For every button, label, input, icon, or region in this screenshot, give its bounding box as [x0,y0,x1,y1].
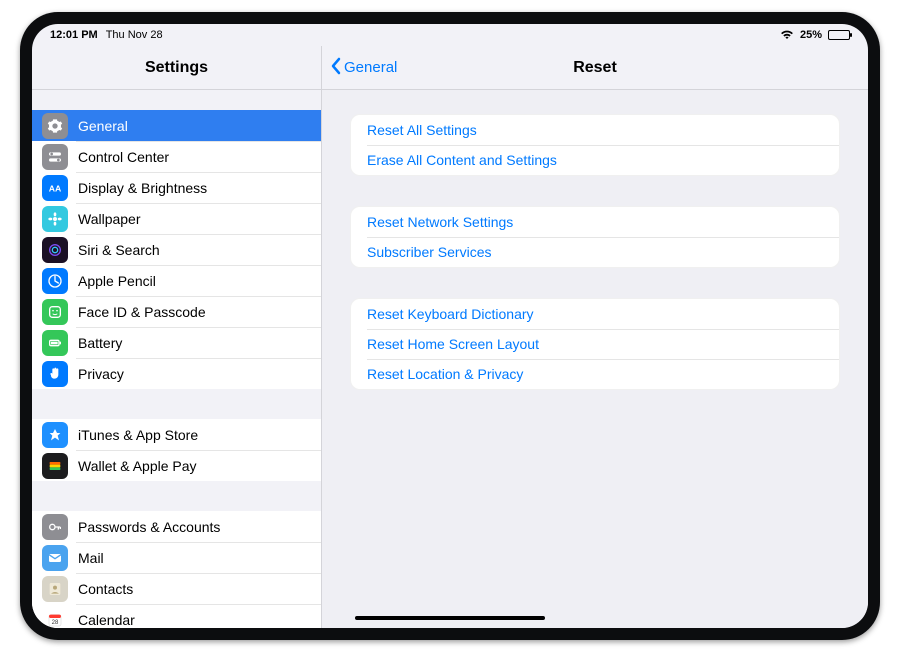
key-icon [42,514,68,540]
sidebar-item-control-center[interactable]: Control Center [32,141,321,172]
sidebar-item-label: Wallpaper [78,211,141,227]
sidebar-item-label: Wallet & Apple Pay [78,458,197,474]
pencil-icon [42,268,68,294]
sidebar-item-passwords-accounts[interactable]: Passwords & Accounts [32,511,321,542]
svg-text:AA: AA [49,183,62,193]
sidebar-item-label: Passwords & Accounts [78,519,220,535]
appstore-icon [42,422,68,448]
detail-pane[interactable]: Reset All SettingsErase All Content and … [322,90,868,628]
gear-icon [42,113,68,139]
sidebar-item-label: Battery [78,335,122,351]
sidebar-item-label: Siri & Search [78,242,160,258]
back-label: General [344,59,397,76]
detail-title: Reset [573,59,617,77]
mail-icon [42,545,68,571]
sidebar-item-label: Control Center [78,149,169,165]
sidebar-item-general[interactable]: General [32,110,321,141]
battery-icon [828,30,850,40]
wifi-icon [780,30,794,40]
reset-option-reset-home-screen-layout[interactable]: Reset Home Screen Layout [351,329,839,359]
switches-icon [42,144,68,170]
detail-group: Reset All SettingsErase All Content and … [350,114,840,176]
status-bar: 12:01 PM Thu Nov 28 25% [32,24,868,46]
sidebar-item-wallpaper[interactable]: Wallpaper [32,203,321,234]
sidebar-item-siri-search[interactable]: Siri & Search [32,234,321,265]
sidebar-item-display-brightness[interactable]: AA Display & Brightness [32,172,321,203]
aa-icon: AA [42,175,68,201]
sidebar-group: General Control Center AA Display & Brightn… [32,110,321,389]
reset-option-reset-network-settings[interactable]: Reset Network Settings [351,207,839,237]
sidebar-item-wallet-apple-pay[interactable]: Wallet & Apple Pay [32,450,321,481]
battery-icon [42,330,68,356]
status-battery: 25% [800,29,822,41]
sidebar-item-itunes-app-store[interactable]: iTunes & App Store [32,419,321,450]
sidebar-item-label: General [78,118,128,134]
back-button[interactable]: General [330,57,397,79]
reset-option-erase-all-content-and-settings[interactable]: Erase All Content and Settings [351,145,839,175]
sidebar-item-mail[interactable]: Mail [32,542,321,573]
siri-icon [42,237,68,263]
sidebar-title: Settings [32,46,322,89]
sidebar-group: Passwords & Accounts Mail Contacts 28 Calend… [32,511,321,628]
sidebar-item-calendar[interactable]: 28 Calendar [32,604,321,628]
reset-option-reset-all-settings[interactable]: Reset All Settings [351,115,839,145]
contacts-icon [42,576,68,602]
sidebar-item-label: Display & Brightness [78,180,207,196]
status-time: 12:01 PM [50,29,98,41]
hand-icon [42,361,68,387]
screen: 12:01 PM Thu Nov 28 25% Settings General [32,24,868,628]
svg-text:28: 28 [52,620,59,626]
sidebar-item-contacts[interactable]: Contacts [32,573,321,604]
calendar-icon: 28 [42,607,68,629]
sidebar[interactable]: General Control Center AA Display & Brightn… [32,90,322,628]
sidebar-item-label: Calendar [78,612,135,628]
sidebar-item-label: Mail [78,550,104,566]
header-row: Settings General Reset [32,46,868,90]
reset-option-reset-location-privacy[interactable]: Reset Location & Privacy [351,359,839,389]
sidebar-item-battery[interactable]: Battery [32,327,321,358]
sidebar-item-privacy[interactable]: Privacy [32,358,321,389]
sidebar-item-label: Contacts [78,581,133,597]
reset-option-subscriber-services[interactable]: Subscriber Services [351,237,839,267]
sidebar-item-label: Apple Pencil [78,273,156,289]
detail-group: Reset Keyboard DictionaryReset Home Scre… [350,298,840,390]
flower-icon [42,206,68,232]
sidebar-item-apple-pencil[interactable]: Apple Pencil [32,265,321,296]
home-indicator[interactable] [355,616,545,620]
sidebar-item-label: Face ID & Passcode [78,304,206,320]
sidebar-item-label: iTunes & App Store [78,427,198,443]
sidebar-item-label: Privacy [78,366,124,382]
detail-header: General Reset [322,46,868,89]
sidebar-item-face-id-passcode[interactable]: Face ID & Passcode [32,296,321,327]
status-date: Thu Nov 28 [106,29,163,41]
detail-group: Reset Network SettingsSubscriber Service… [350,206,840,268]
wallet-icon [42,453,68,479]
device-frame: 12:01 PM Thu Nov 28 25% Settings General [20,12,880,640]
sidebar-group: iTunes & App Store Wallet & Apple Pay [32,419,321,481]
chevron-left-icon [330,57,342,79]
face-icon [42,299,68,325]
reset-option-reset-keyboard-dictionary[interactable]: Reset Keyboard Dictionary [351,299,839,329]
content-columns: General Control Center AA Display & Brightn… [32,90,868,628]
